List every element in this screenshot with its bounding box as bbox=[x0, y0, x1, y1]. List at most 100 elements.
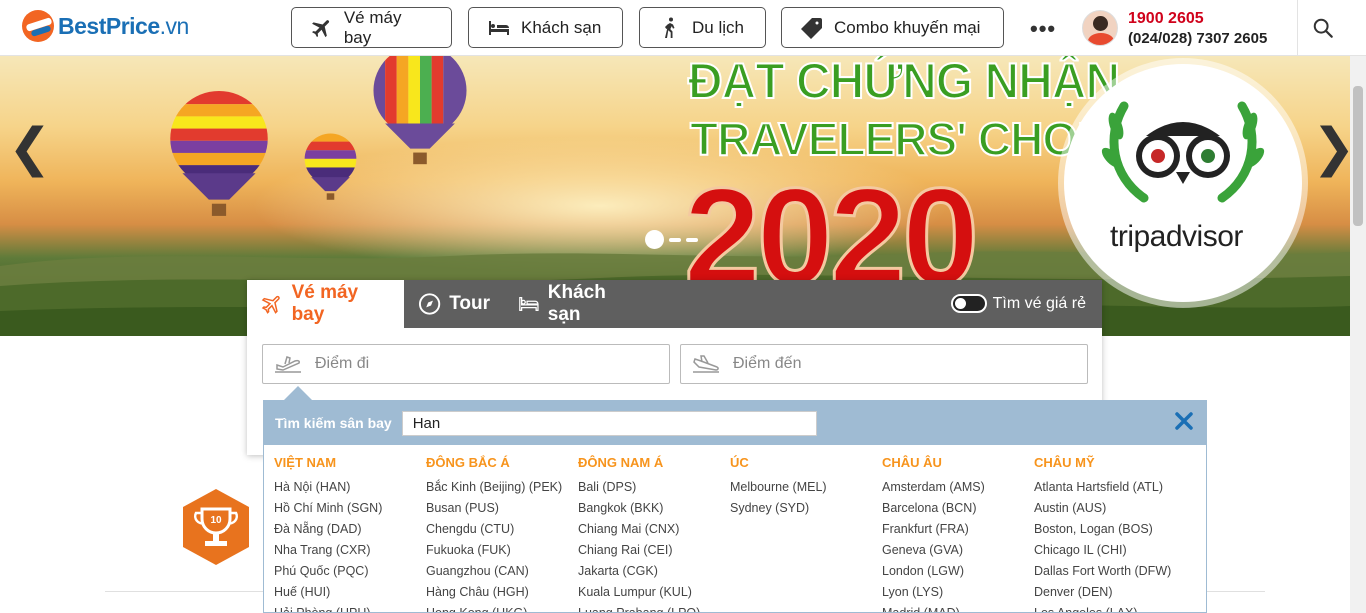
airport-option[interactable]: Austin (AUS) bbox=[1034, 498, 1184, 519]
tab-flights-label: Vé máy bay bbox=[291, 282, 359, 325]
airport-option[interactable]: Sydney (SYD) bbox=[730, 498, 880, 519]
cheap-fare-toggle-wrap: Tìm vé giá rẻ bbox=[950, 294, 1086, 313]
nav-hotels-button[interactable]: Khách sạn bbox=[468, 7, 623, 48]
slider-dot-active[interactable] bbox=[645, 230, 664, 249]
compass-icon bbox=[418, 293, 441, 315]
airport-option[interactable]: Đà Nẵng (DAD) bbox=[274, 519, 424, 540]
scrollbar-thumb[interactable] bbox=[1353, 86, 1363, 226]
airport-option[interactable]: Fukuoka (FUK) bbox=[426, 540, 576, 561]
airport-region-column: CHÂU ÂU Amsterdam (AMS) Barcelona (BCN) Fra… bbox=[882, 455, 1032, 612]
airport-option[interactable]: Atlanta Hartsfield (ATL) bbox=[1034, 477, 1184, 498]
airport-region-column: ĐÔNG NAM Á Bali (DPS) Bangkok (BKK) Chiang … bbox=[578, 455, 728, 612]
page: BestPrice.vn Vé máy bay Khách sạn Du lịc… bbox=[0, 0, 1366, 613]
airport-option[interactable]: Bali (DPS) bbox=[578, 477, 728, 498]
airport-option[interactable]: Madrid (MAD) bbox=[882, 603, 1032, 612]
airport-region-column: CHÂU MỸ Atlanta Hartsfield (ATL) Austin (A… bbox=[1034, 455, 1184, 612]
tripadvisor-owl-icon bbox=[1101, 101, 1265, 203]
nav-travel-button[interactable]: Du lịch bbox=[639, 7, 766, 48]
origin-input[interactable] bbox=[315, 355, 655, 373]
more-menu-button[interactable]: ••• bbox=[1030, 16, 1056, 42]
airport-option[interactable]: Frankfurt (FRA) bbox=[882, 519, 1032, 540]
airport-option[interactable]: Kuala Lumpur (KUL) bbox=[578, 582, 728, 603]
airport-search-input[interactable] bbox=[401, 410, 817, 436]
award-line-1: ĐẠT CHỨNG NHẬN bbox=[687, 56, 1121, 110]
brand-logo[interactable]: BestPrice.vn bbox=[22, 10, 189, 42]
airport-option[interactable]: Lyon (LYS) bbox=[882, 582, 1032, 603]
destination-input[interactable] bbox=[733, 355, 1073, 373]
airport-option[interactable]: Bangkok (BKK) bbox=[578, 498, 728, 519]
airport-option[interactable]: Dallas Fort Worth (DFW) bbox=[1034, 561, 1184, 582]
logo-mark-icon bbox=[22, 10, 54, 42]
tab-hotels-label: Khách sạn bbox=[547, 282, 606, 325]
hot-air-balloon-small-icon bbox=[304, 133, 357, 200]
airport-option[interactable]: Hà Nội (HAN) bbox=[274, 477, 424, 498]
airport-region-title: ÚC bbox=[730, 455, 749, 470]
hot-air-balloon-icon bbox=[170, 91, 268, 216]
search-icon[interactable] bbox=[1312, 17, 1334, 39]
close-icon[interactable] bbox=[1174, 411, 1194, 431]
tab-tour-label: Tour bbox=[449, 293, 490, 314]
airport-option[interactable]: Amsterdam (AMS) bbox=[882, 477, 1032, 498]
airport-option[interactable]: Hàng Châu (HGH) bbox=[426, 582, 576, 603]
airport-option[interactable]: Chicago IL (CHI) bbox=[1034, 540, 1184, 561]
dropdown-pointer bbox=[284, 386, 312, 400]
top10-award-icon: 10 bbox=[183, 489, 249, 565]
airport-option[interactable]: London (LGW) bbox=[882, 561, 1032, 582]
origin-field[interactable] bbox=[262, 344, 670, 384]
landing-icon bbox=[693, 355, 719, 373]
search-tabs: Vé máy bay Tour Khách sạn Tìm vé giá rẻ bbox=[247, 280, 1102, 328]
bed-icon bbox=[489, 20, 509, 35]
support-avatar bbox=[1082, 10, 1118, 46]
airport-option[interactable]: Huế (HUI) bbox=[274, 582, 424, 603]
phone-number[interactable]: (024/028) 7307 2605 bbox=[1128, 30, 1267, 47]
airport-region-title: ĐÔNG BẮC Á bbox=[426, 455, 510, 470]
hotline-number[interactable]: 1900 2605 bbox=[1128, 10, 1204, 28]
cheap-fare-label: Tìm vé giá rẻ bbox=[992, 294, 1086, 312]
tab-tour[interactable]: Tour bbox=[404, 280, 504, 328]
svg-text:10: 10 bbox=[210, 515, 222, 526]
tab-flights[interactable]: Vé máy bay bbox=[247, 280, 404, 328]
airport-option[interactable]: Hồ Chí Minh (SGN) bbox=[274, 498, 424, 519]
header-divider bbox=[1297, 0, 1298, 56]
slider-prev-arrow[interactable]: ❮ bbox=[8, 118, 52, 178]
airport-option[interactable]: Jakarta (CGK) bbox=[578, 561, 728, 582]
tripadvisor-badge bbox=[1064, 64, 1302, 302]
airport-option[interactable]: Hải Phòng (HPH) bbox=[274, 603, 424, 612]
airport-option[interactable]: Luang Prabang (LPQ) bbox=[578, 603, 728, 612]
nav-hotels-label: Khách sạn bbox=[521, 17, 602, 37]
airport-option[interactable]: Nha Trang (CXR) bbox=[274, 540, 424, 561]
slider-dot[interactable] bbox=[669, 237, 681, 242]
airport-option[interactable]: Guangzhou (CAN) bbox=[426, 561, 576, 582]
airport-option[interactable]: Hong Kong (HKG) bbox=[426, 603, 576, 612]
hot-air-balloon-large-icon bbox=[373, 56, 467, 165]
plane-icon bbox=[312, 19, 330, 37]
nav-flights-button[interactable]: Vé máy bay bbox=[291, 7, 452, 48]
airport-option[interactable]: Geneva (GVA) bbox=[882, 540, 1032, 561]
airport-option[interactable]: Denver (DEN) bbox=[1034, 582, 1184, 603]
brand-name: BestPrice.vn bbox=[58, 12, 189, 39]
airport-option[interactable]: Barcelona (BCN) bbox=[882, 498, 1032, 519]
tab-hotels[interactable]: Khách sạn bbox=[504, 280, 649, 328]
airport-option[interactable]: Boston, Logan (BOS) bbox=[1034, 519, 1184, 540]
airport-option[interactable]: Los Angeles (LAX) bbox=[1034, 603, 1184, 612]
airport-option[interactable]: Phú Quốc (PQC) bbox=[274, 561, 424, 582]
takeoff-icon bbox=[275, 356, 301, 373]
airport-option[interactable]: Busan (PUS) bbox=[426, 498, 576, 519]
airport-option[interactable]: Chiang Mai (CNX) bbox=[578, 519, 728, 540]
cheap-fare-toggle[interactable] bbox=[950, 294, 987, 313]
page-scrollbar[interactable] bbox=[1350, 56, 1366, 613]
airport-region-title: CHÂU MỸ bbox=[1034, 455, 1095, 470]
tripadvisor-wordmark: tripadvisor bbox=[1110, 220, 1243, 253]
slider-next-arrow[interactable]: ❯ bbox=[1312, 118, 1350, 178]
destination-field[interactable] bbox=[680, 344, 1088, 384]
nav-combo-button[interactable]: Combo khuyến mại bbox=[781, 7, 1004, 48]
airport-region-title: VIỆT NAM bbox=[274, 455, 337, 470]
airport-region-column: ĐÔNG BẮC Á Bắc Kinh (Beijing) (PEK) Busan … bbox=[426, 455, 576, 612]
site-header: BestPrice.vn Vé máy bay Khách sạn Du lịc… bbox=[0, 0, 1366, 56]
airport-option[interactable]: Bắc Kinh (Beijing) (PEK) bbox=[426, 477, 576, 498]
airport-option[interactable]: Chengdu (CTU) bbox=[426, 519, 576, 540]
airport-option[interactable]: Melbourne (MEL) bbox=[730, 477, 880, 498]
airport-option[interactable]: Chiang Rai (CEI) bbox=[578, 540, 728, 561]
nav-flights-label: Vé máy bay bbox=[343, 7, 402, 47]
airport-region-column: VIỆT NAM Hà Nội (HAN) Hồ Chí Minh (SGN) Đà … bbox=[274, 455, 424, 612]
